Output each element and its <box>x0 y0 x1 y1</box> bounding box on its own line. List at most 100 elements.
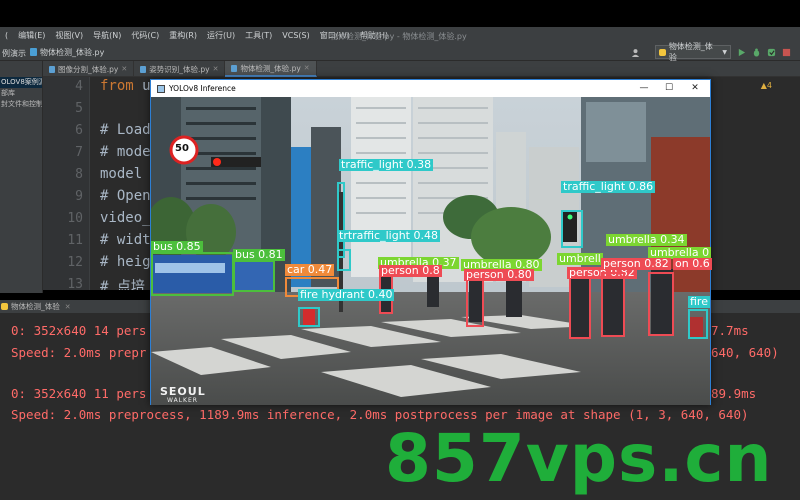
project-item[interactable]: OLOV8案例源 <box>0 77 42 88</box>
menu-item-navigate[interactable]: 导航(N) <box>88 30 126 41</box>
stop-icon[interactable] <box>782 48 791 57</box>
code-line: # Load <box>100 122 151 138</box>
chevron-down-icon: ▼ <box>722 48 727 56</box>
detection-label: on 0.6 <box>673 257 712 270</box>
line-number: 5 <box>75 101 83 116</box>
menu-item-vcs[interactable]: VCS(S) <box>277 31 314 40</box>
project-item[interactable]: 部库 <box>0 88 42 99</box>
detection-box <box>569 277 591 339</box>
project-panel: OLOV8案例源 部库 封文件和控制 <box>0 61 43 293</box>
code-line: # Open <box>100 188 151 204</box>
detection-label: traffic_light 0.38 <box>339 158 434 171</box>
detection-box <box>466 277 484 327</box>
editor-tab-bar: 图像分割_体验.py ✕ 姿势识别_体验.py ✕ 物体检测_体验.py ✕ <box>43 61 800 77</box>
menu-item-refactor[interactable]: 重构(R) <box>164 30 202 41</box>
console-line: 0: 352x640 14 pers <box>11 323 147 338</box>
menu-item-file[interactable]: ( <box>0 31 13 40</box>
run-tab-label[interactable]: 物体检测_体验 <box>11 301 60 312</box>
close-icon[interactable]: ✕ <box>121 65 127 73</box>
top-black-strip <box>0 0 800 27</box>
line-number: 12 <box>67 255 83 270</box>
close-icon[interactable]: ✕ <box>304 64 310 72</box>
close-icon[interactable]: ✕ <box>213 65 219 73</box>
close-icon[interactable]: ✕ <box>65 303 71 311</box>
app-icon <box>157 85 165 93</box>
run-config-label: 物体检测_体验 <box>668 42 713 62</box>
line-number: 8 <box>75 167 83 182</box>
detection-label: person 0.8 <box>379 264 442 277</box>
detection-label: fire <box>688 295 710 308</box>
video-frame: 50 traffic_light 0.38 traffic_light 0.86… <box>151 97 712 405</box>
line-number: 11 <box>67 233 83 248</box>
warning-count[interactable]: ▲4 <box>761 81 772 90</box>
python-file-icon <box>140 65 147 73</box>
user-icon[interactable] <box>631 48 640 57</box>
inference-window[interactable]: YOLOv8 Inference — ☐ ✕ 50 traffic_light … <box>150 79 712 405</box>
minimize-button[interactable]: — <box>635 82 653 95</box>
breadcrumb-file[interactable]: 物体检测_体验.py <box>40 47 104 58</box>
detection-label: fire hydrant 0.40 <box>298 288 395 301</box>
detection-label: car 0.47 <box>285 263 335 276</box>
run-icon[interactable] <box>737 48 746 57</box>
console-line-tail: 7.7ms <box>711 323 749 338</box>
detection-label: bus 0.81 <box>233 248 285 261</box>
menu-item-run[interactable]: 运行(U) <box>202 30 240 41</box>
detection-box <box>298 307 320 327</box>
python-icon <box>1 303 8 310</box>
detection-label: umbrell <box>557 252 603 265</box>
detection-box <box>337 182 345 258</box>
detection-box <box>151 252 234 296</box>
tab-label: 姿势识别_体验.py <box>149 64 210 74</box>
inference-title-bar[interactable]: YOLOv8 Inference — ☐ ✕ <box>151 80 710 97</box>
python-file-icon <box>30 48 37 56</box>
detection-label: bus 0.85 <box>151 240 203 253</box>
detection-label: umbrella 0.34 <box>606 233 687 246</box>
coverage-icon[interactable] <box>767 48 776 57</box>
close-button[interactable]: ✕ <box>686 82 704 95</box>
code-keyword: from <box>100 78 134 94</box>
python-file-icon <box>49 65 55 73</box>
line-number: 4 <box>75 79 83 94</box>
breadcrumb[interactable]: 例演示 <box>2 48 26 59</box>
run-config-select[interactable]: 物体检测_体验 ▼ <box>655 42 731 62</box>
console-line-tail: 89.9ms <box>711 386 757 401</box>
speed-sign-text: 50 <box>175 143 189 154</box>
line-number: 13 <box>67 277 83 290</box>
detection-label: person 0.82 <box>601 257 671 270</box>
python-icon <box>659 48 666 56</box>
project-item[interactable]: 封文件和控制 <box>0 99 42 110</box>
window-title: 物体检测_体验.py - 物体检测_体验.py <box>330 32 467 41</box>
detection-box <box>601 272 625 337</box>
toolbar: 例演示 物体检测_体验.py 物体检测_体验 ▼ <box>0 42 800 62</box>
menu-item-edit[interactable]: 编辑(E) <box>13 30 50 41</box>
detection-box <box>337 249 351 271</box>
menu-item-tools[interactable]: 工具(T) <box>240 30 277 41</box>
tab-object-detection[interactable]: 物体检测_体验.py ✕ <box>225 61 317 77</box>
line-number-gutter: 4 5 6 7 8 9 10 11 12 13 <box>43 77 90 290</box>
detection-label: trtraffic_light 0.48 <box>337 229 440 242</box>
menu-item-code[interactable]: 代码(C) <box>126 30 164 41</box>
detection-box <box>233 260 275 292</box>
maximize-button[interactable]: ☐ <box>660 82 678 95</box>
detection-box <box>688 309 708 339</box>
tab-pose-estimation[interactable]: 姿势识别_体验.py ✕ <box>134 61 226 77</box>
tab-label: 物体检测_体验.py <box>240 63 301 73</box>
console-line: 0: 352x640 11 pers <box>11 386 147 401</box>
line-number: 10 <box>67 211 83 226</box>
detection-label: person 0.80 <box>464 268 534 281</box>
tab-label: 图像分割_体验.py <box>58 64 119 74</box>
console-line-tail: 640, 640) <box>711 345 779 360</box>
line-number: 9 <box>75 189 83 204</box>
menu-item-view[interactable]: 视图(V) <box>50 30 88 41</box>
detection-box <box>561 210 583 248</box>
line-number: 7 <box>75 145 83 160</box>
python-file-icon <box>231 64 238 72</box>
watermark-text: 857vps.cn <box>385 420 773 497</box>
debug-icon[interactable] <box>752 48 761 57</box>
code-line: # 点培 <box>100 279 145 290</box>
console-line: Speed: 2.0ms prepr <box>11 345 147 360</box>
detection-box <box>648 272 674 336</box>
detection-label: traffic_light 0.86 <box>561 180 656 193</box>
tab-image-segmentation[interactable]: 图像分割_体验.py ✕ <box>43 61 135 77</box>
inference-window-title: YOLOv8 Inference <box>169 84 236 93</box>
